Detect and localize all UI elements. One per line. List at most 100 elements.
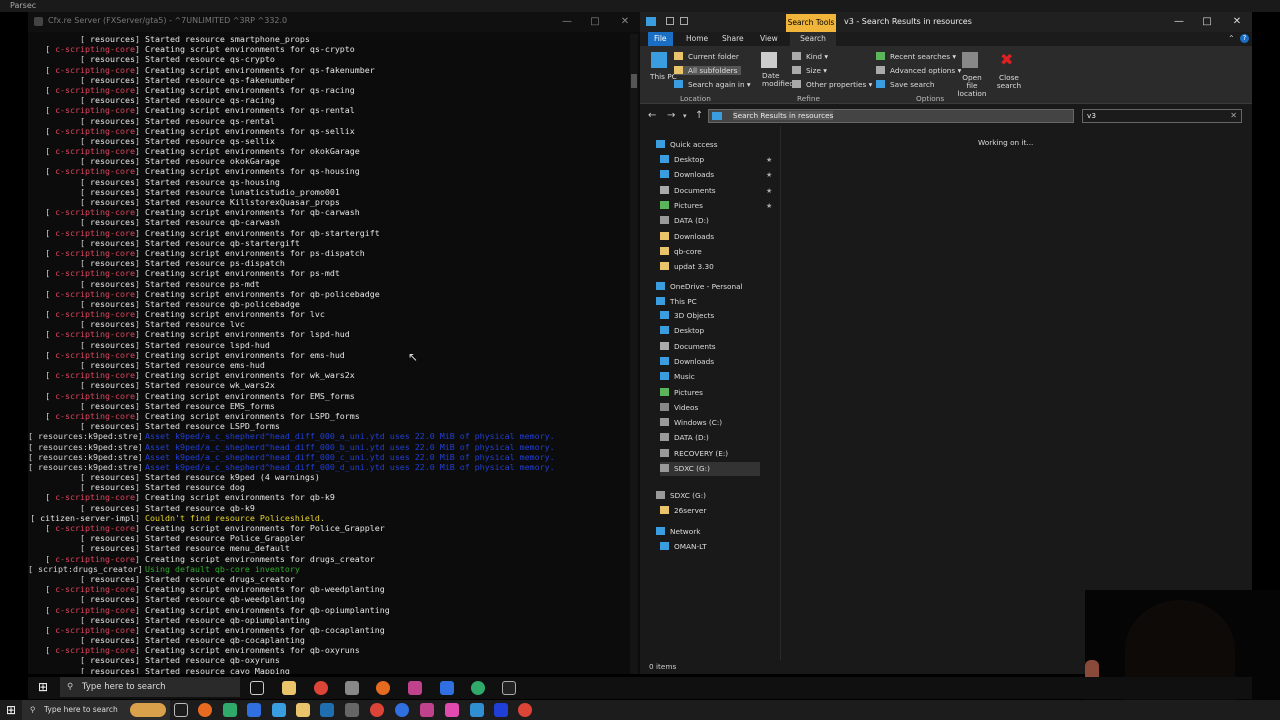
nav-item-pc-4[interactable]: Music [660, 370, 760, 384]
nav-item-quick-2[interactable]: Documents ★ [660, 184, 772, 198]
nav-item-pc-7[interactable]: Windows (C:) [660, 416, 760, 430]
this-pc-icon[interactable] [651, 52, 667, 68]
nav-item-quick-7[interactable]: updat 3.30 [660, 260, 760, 274]
file-explorer-window[interactable]: Search Tools v3 - Search Results in reso… [640, 12, 1252, 674]
search-again-button[interactable]: Search again in ▾ [674, 80, 751, 89]
close-icon[interactable]: ✕ [618, 15, 632, 29]
console-scrollbar[interactable] [630, 34, 638, 674]
terminal-icon[interactable] [502, 681, 516, 695]
nav-item-quick-1[interactable]: Downloads ★ [660, 168, 772, 182]
open-file-location-button[interactable]: Open file location [956, 74, 988, 98]
console-output[interactable]: [ resources] Started resource smartphone… [28, 34, 628, 674]
local-app3-icon[interactable] [345, 703, 359, 717]
local-start-icon[interactable]: ⊞ [4, 703, 18, 717]
nav-item-pc-3[interactable]: Downloads [660, 355, 760, 369]
tab-home[interactable]: Home [680, 32, 714, 46]
back-arrow-icon[interactable]: ← [648, 110, 656, 121]
nav-item-pc-1[interactable]: Desktop [660, 324, 760, 338]
nav-item-quick-3[interactable]: Pictures ★ [660, 199, 772, 213]
nav-item-pc-5[interactable]: Pictures [660, 386, 760, 400]
app-taskbar-icon[interactable] [345, 681, 359, 695]
forward-arrow-icon[interactable]: → [667, 110, 675, 121]
local-photoshop-icon[interactable] [247, 703, 261, 717]
local-app7-icon[interactable] [470, 703, 484, 717]
ribbon-collapse-icon[interactable]: ⌃ [1228, 34, 1235, 43]
quick-save-icon[interactable] [666, 17, 674, 25]
nav-item-pc-10[interactable]: SDXC (G:) [660, 462, 760, 476]
minimize-icon[interactable]: — [560, 15, 574, 29]
task-view-icon[interactable] [250, 681, 264, 695]
close-search-icon[interactable]: ✖ [1000, 50, 1013, 69]
advanced-options-button[interactable]: Advanced options ▾ [876, 66, 961, 75]
help-icon[interactable]: ? [1240, 34, 1249, 43]
date-modified-button[interactable]: Date modified [762, 72, 794, 88]
nav-item-this-pc[interactable]: This PC [656, 295, 760, 309]
tab-share[interactable]: Share [716, 32, 750, 46]
local-app6-icon[interactable] [445, 703, 459, 717]
nav-item-pc-8[interactable]: DATA (D:) [660, 431, 760, 445]
nav-item-26server[interactable]: 26server [660, 504, 760, 518]
console-titlebar[interactable]: Cfx.re Server (FXServer/gta5) - ^7UNLIMI… [28, 12, 640, 32]
local-app4-icon[interactable] [395, 703, 409, 717]
nav-item-pc-9[interactable]: RECOVERY (E:) [660, 447, 760, 461]
app3-taskbar-icon[interactable] [440, 681, 454, 695]
up-arrow-icon[interactable]: ↑ [695, 110, 703, 121]
console-scroll-thumb[interactable] [631, 74, 637, 88]
calendar-icon[interactable] [761, 52, 777, 68]
local-app5-icon[interactable] [420, 703, 434, 717]
file-explorer-taskbar-icon[interactable] [282, 681, 296, 695]
nav-item-onedrive[interactable]: OneDrive - Personal [656, 280, 760, 294]
chrome-icon[interactable] [314, 681, 328, 695]
nav-item-pc-0[interactable]: 3D Objects [660, 309, 760, 323]
local-app2-icon[interactable] [272, 703, 286, 717]
other-properties-button[interactable]: Other properties ▾ [792, 80, 872, 89]
open-file-location-icon[interactable] [962, 52, 978, 68]
nav-item-quick-4[interactable]: DATA (D:) [660, 214, 760, 228]
nav-item-sdxc[interactable]: SDXC (G:) [656, 489, 760, 503]
search-input[interactable]: v3 ✕ [1082, 109, 1242, 123]
nav-item-pc-6[interactable]: Videos [660, 401, 760, 415]
firefox-icon[interactable] [376, 681, 390, 695]
quick-folder-icon[interactable] [680, 17, 688, 25]
search-clear-icon[interactable]: ✕ [1230, 110, 1237, 122]
local-explorer-icon[interactable] [296, 703, 310, 717]
chrome2-icon[interactable] [471, 681, 485, 695]
recent-searches-button[interactable]: Recent searches ▾ [876, 52, 956, 61]
explorer-maximize-icon[interactable]: □ [1200, 15, 1214, 29]
navigation-pane[interactable]: Quick access Desktop ★ Downloads ★ Documents ★… [640, 138, 780, 658]
tab-search[interactable]: Search [790, 32, 836, 46]
start-windows-icon[interactable]: ⊞ [36, 680, 50, 694]
save-search-button[interactable]: Save search [876, 80, 934, 89]
app2-taskbar-icon[interactable] [408, 681, 422, 695]
close-search-button[interactable]: Close search [996, 74, 1022, 90]
this-pc-button[interactable]: This PC [650, 72, 677, 81]
local-app-icon[interactable] [223, 703, 237, 717]
nav-item-quick-6[interactable]: qb-core [660, 245, 760, 259]
nav-item-quick-5[interactable]: Downloads [660, 230, 760, 244]
search-results-pane[interactable]: Working on it... [780, 126, 1252, 660]
local-task-view-icon[interactable] [174, 703, 188, 717]
tab-file[interactable]: File [648, 32, 673, 46]
tab-view[interactable]: View [754, 32, 784, 46]
search-tools-tab[interactable]: Search Tools [786, 14, 836, 32]
explorer-titlebar[interactable]: Search Tools v3 - Search Results in reso… [640, 12, 1252, 32]
local-edge-icon[interactable] [320, 703, 334, 717]
nav-item-quick-0[interactable]: Desktop ★ [660, 153, 772, 167]
server-console-window[interactable]: Cfx.re Server (FXServer/gta5) - ^7UNLIMI… [28, 12, 640, 674]
taskbar-search-box[interactable]: ⚲ Type here to search [60, 677, 240, 697]
local-chrome2-icon[interactable] [518, 703, 532, 717]
maximize-icon[interactable]: □ [588, 15, 602, 29]
explorer-minimize-icon[interactable]: — [1172, 15, 1186, 29]
nav-item-network[interactable]: Network [656, 525, 760, 539]
local-firefox-icon[interactable] [198, 703, 212, 717]
nav-item-oman-lt[interactable]: OMAN-LT [660, 540, 760, 554]
size-button[interactable]: Size ▾ [792, 66, 827, 75]
local-chrome-icon[interactable] [370, 703, 384, 717]
recent-locations-icon[interactable]: ▾ [683, 112, 687, 120]
nav-item-pc-2[interactable]: Documents [660, 340, 760, 354]
kind-button[interactable]: Kind ▾ [792, 52, 828, 61]
all-subfolders-button[interactable]: All subfolders [674, 66, 742, 75]
weather-icon[interactable] [130, 703, 166, 717]
explorer-close-icon[interactable]: ✕ [1230, 15, 1244, 29]
address-bar[interactable]: Search Results in resources ✕ [708, 109, 1143, 123]
